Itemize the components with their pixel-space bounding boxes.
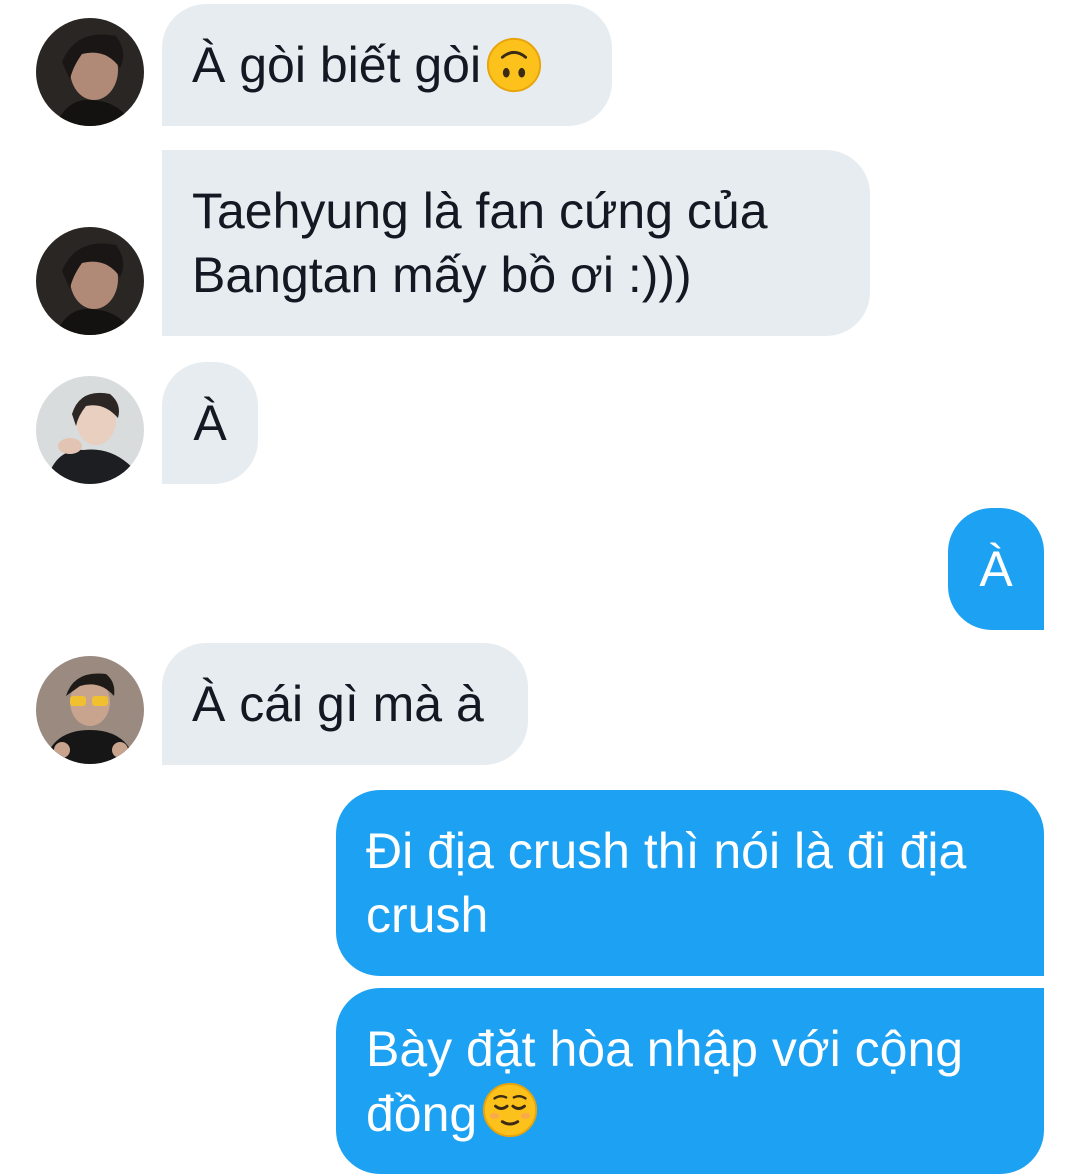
avatar[interactable] [36,18,144,126]
message-text: À cái gì mà à [192,676,484,732]
message-bubble-incoming[interactable]: À [162,362,258,484]
avatar-taehyung-image [36,227,144,335]
message-text: À [193,395,227,451]
message-bubble-outgoing[interactable]: Đi địa crush thì nói là đi địa crush [336,790,1044,976]
message-text-content: Bày đặt hòa nhập với cộng đồng [366,1020,964,1142]
message-bubble-outgoing[interactable]: Bày đặt hòa nhập với cộng đồng [336,988,1044,1174]
message-text: À [979,541,1013,597]
message-bubble-incoming[interactable]: À gòi biết gòi [162,4,612,126]
message-bubble-incoming[interactable]: À cái gì mà à [162,643,528,765]
avatar-taehyung-image [36,18,144,126]
avatar-suga-image [36,376,144,484]
message-text: Bày đặt hòa nhập với cộng đồng [366,1017,963,1146]
avatar[interactable] [36,376,144,484]
message-text: Đi địa crush thì nói là đi địa crush [366,823,967,943]
avatar[interactable] [36,656,144,764]
message-text: À gòi biết gòi [192,37,482,93]
relieved-face-emoji [483,1082,538,1137]
message-bubble-outgoing[interactable]: À [948,508,1044,630]
message-text: Taehyung là fan cứng của Bangtan mấy bồ … [192,183,768,303]
upside-down-face-emoji [487,37,542,93]
avatar-hoseok-image [36,656,144,764]
message-bubble-incoming[interactable]: Taehyung là fan cứng của Bangtan mấy bồ … [162,150,870,336]
avatar[interactable] [36,227,144,335]
